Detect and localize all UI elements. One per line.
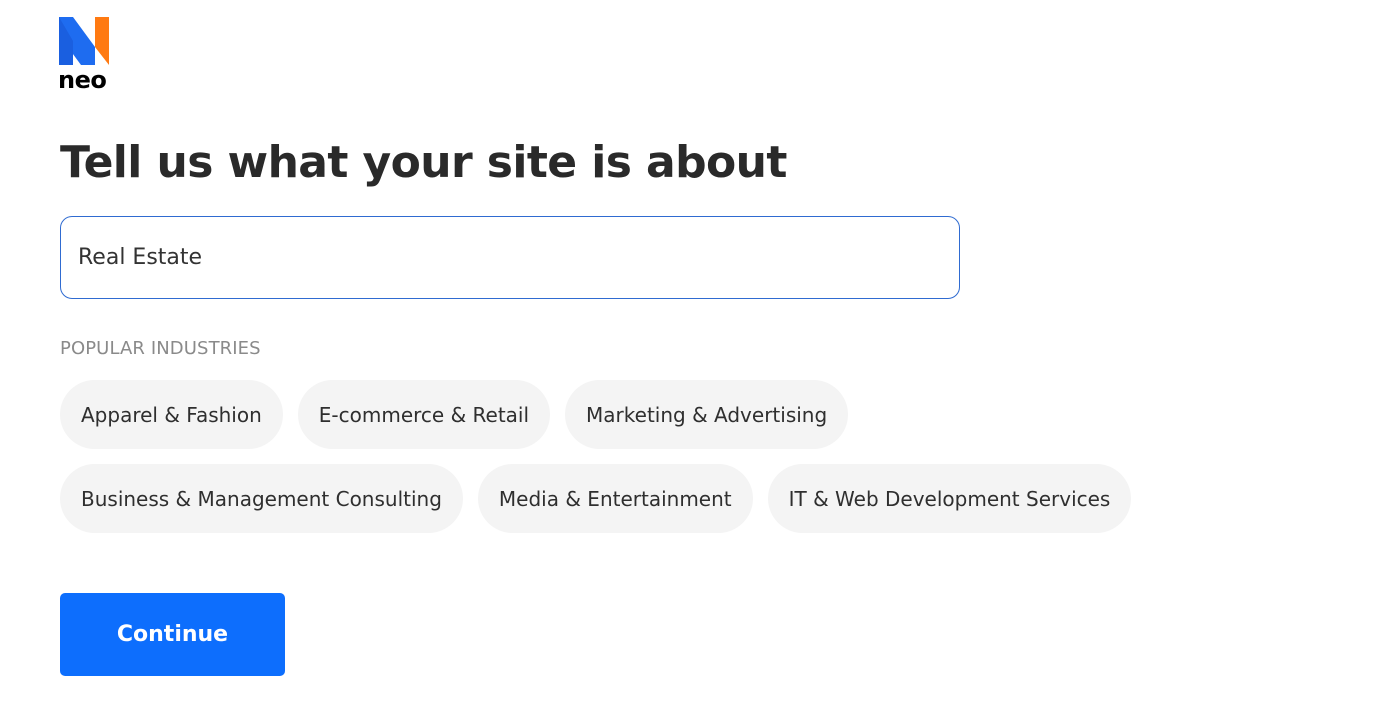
brand-name: neo [58, 66, 107, 94]
continue-button[interactable]: Continue [60, 593, 285, 676]
industry-chip-marketing-advertising[interactable]: Marketing & Advertising [565, 380, 849, 449]
industry-chip-it-web-development[interactable]: IT & Web Development Services [767, 464, 1132, 533]
industry-chip-ecommerce-retail[interactable]: E-commerce & Retail [297, 380, 551, 449]
site-topic-input[interactable] [60, 216, 960, 299]
industry-chip-media-entertainment[interactable]: Media & Entertainment [477, 464, 753, 533]
industry-chips-row-2: Business & Management Consulting Media &… [60, 464, 1132, 533]
industry-chip-business-consulting[interactable]: Business & Management Consulting [60, 464, 463, 533]
neo-logo[interactable]: neo [58, 16, 114, 94]
popular-industries-label: POPULAR INDUSTRIES [60, 338, 261, 359]
industry-chips-row-1: Apparel & Fashion E-commerce & Retail Ma… [60, 380, 849, 449]
page-title: Tell us what your site is about [60, 137, 787, 188]
industry-chip-apparel-fashion[interactable]: Apparel & Fashion [60, 380, 283, 449]
neo-logo-icon [59, 17, 109, 65]
